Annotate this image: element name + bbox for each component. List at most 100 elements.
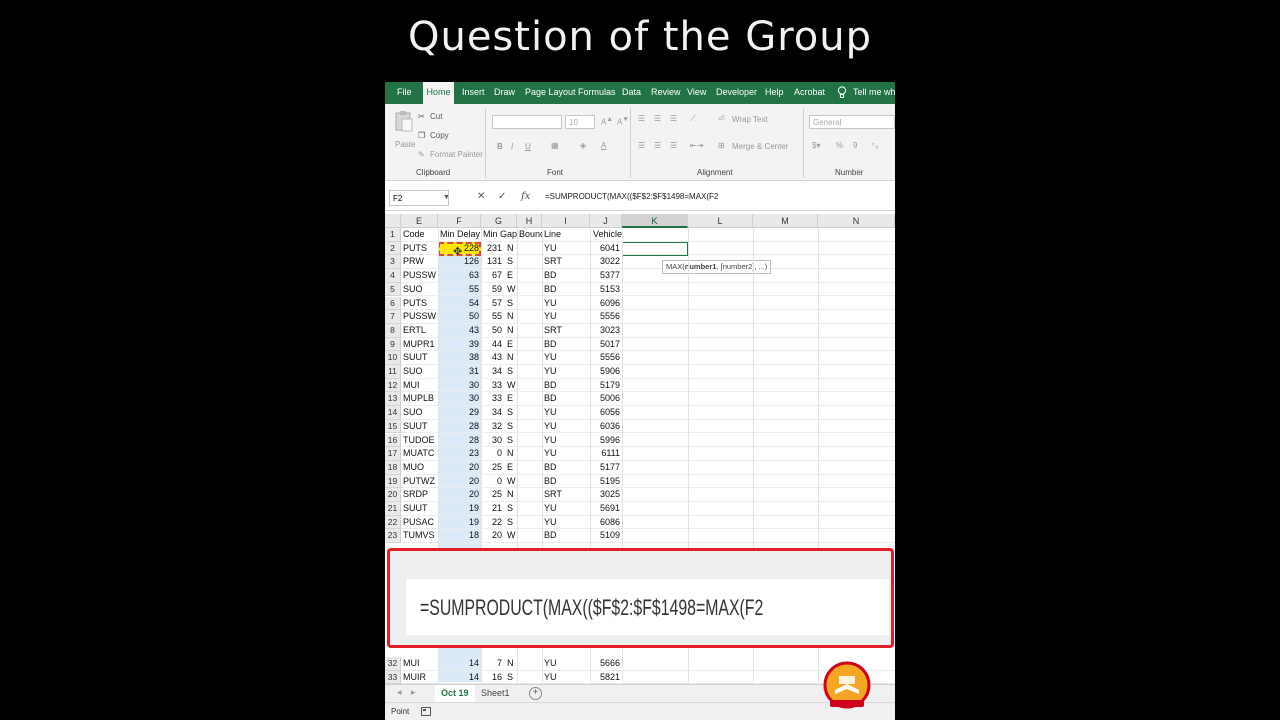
cell-code[interactable]: SUUT xyxy=(401,351,438,365)
cell-min-delay[interactable]: 19 xyxy=(438,516,481,530)
fill-color-icon[interactable]: ◈ xyxy=(580,141,586,150)
align-right-icon[interactable]: ☰ xyxy=(670,141,677,150)
cell-min-gap[interactable]: 33 xyxy=(481,379,504,393)
cell-min-gap[interactable]: 131 xyxy=(481,255,504,270)
cell-min-delay[interactable]: 20 xyxy=(438,488,481,502)
column-header-k[interactable]: K xyxy=(622,214,688,228)
cell-code[interactable]: SUUT xyxy=(401,502,438,516)
tab-file[interactable]: File xyxy=(397,82,412,104)
cell-code[interactable]: SUO xyxy=(401,283,438,297)
cell-code[interactable]: PUTWZ xyxy=(401,475,438,489)
cell-bound[interactable]: N xyxy=(505,242,542,256)
cell-min-gap[interactable]: 67 xyxy=(481,269,504,283)
cell-min-gap[interactable]: 22 xyxy=(481,516,504,530)
column-header-l[interactable]: L xyxy=(688,214,753,228)
cell-code[interactable]: PUSSW xyxy=(401,310,438,324)
tab-review[interactable]: Review xyxy=(651,82,681,104)
tab-view[interactable]: View xyxy=(687,82,706,104)
cell-code[interactable]: PUSSW xyxy=(401,269,438,283)
cell-bound[interactable]: N xyxy=(505,310,542,324)
copy-icon[interactable]: ❐ xyxy=(418,131,425,140)
cell-code[interactable]: TUDOE xyxy=(401,434,438,448)
grow-font-icon[interactable]: A▲ xyxy=(601,116,613,127)
format-painter-button[interactable]: Format Painter xyxy=(430,150,483,159)
cell-line[interactable]: YU xyxy=(542,447,590,461)
cell-vehicle[interactable]: 5821 xyxy=(590,671,622,685)
cell-line[interactable]: YU xyxy=(542,502,590,516)
scroll-right-icon[interactable]: ▸ xyxy=(411,687,416,698)
row-header[interactable]: 7 xyxy=(385,310,401,324)
accounting-format-icon[interactable]: $▾ xyxy=(812,141,820,150)
format-painter-icon[interactable]: ✎ xyxy=(418,150,425,159)
header-cell-code[interactable]: Code xyxy=(401,228,438,242)
merge-icon[interactable]: ⊞ xyxy=(718,141,725,150)
tab-acrobat[interactable]: Acrobat xyxy=(794,82,825,104)
row-header[interactable]: 15 xyxy=(385,419,401,434)
cell-min-delay[interactable]: 19 xyxy=(438,502,481,516)
tab-page-layout[interactable]: Page Layout xyxy=(525,82,576,104)
cell-code[interactable]: ERTL xyxy=(401,324,438,338)
header-cell-bound[interactable]: Bound xyxy=(517,228,542,242)
column-header-j[interactable]: J xyxy=(590,214,622,228)
cell-min-gap[interactable]: 43 xyxy=(481,351,504,365)
column-header-n[interactable]: N xyxy=(818,214,895,228)
cell-min-delay[interactable]: 28 xyxy=(438,420,481,434)
column-header-e[interactable]: E xyxy=(401,214,438,228)
cell-line[interactable]: YU xyxy=(542,242,590,256)
cell-code[interactable]: SRDP xyxy=(401,488,438,502)
cell-min-gap[interactable]: 25 xyxy=(481,461,504,475)
cell-min-delay[interactable]: 20 xyxy=(438,461,481,475)
cell-vehicle[interactable]: 5556 xyxy=(590,351,622,365)
row-header[interactable]: 22 xyxy=(385,515,401,530)
align-top-icon[interactable]: ☰ xyxy=(638,114,645,123)
cell-line[interactable]: YU xyxy=(542,671,590,685)
font-color-icon[interactable]: A xyxy=(601,141,606,150)
cell-line[interactable]: BD xyxy=(542,529,590,544)
row-header[interactable]: 20 xyxy=(385,488,401,502)
cell-min-gap[interactable]: 16 xyxy=(481,671,504,685)
cell-code[interactable]: MUPLB xyxy=(401,392,438,407)
tell-me-search[interactable]: Tell me what xyxy=(853,82,895,104)
cell-min-gap[interactable]: 21 xyxy=(481,502,504,516)
cell-code[interactable]: MUO xyxy=(401,461,438,475)
row-header[interactable]: 5 xyxy=(385,282,401,297)
cell-line[interactable]: BD xyxy=(542,269,590,283)
enter-icon[interactable]: ✓ xyxy=(498,191,506,202)
cell-bound[interactable]: E xyxy=(505,392,542,407)
cell-min-delay[interactable]: 14 xyxy=(438,671,481,685)
select-all-corner[interactable] xyxy=(385,214,401,228)
header-cell-min-gap[interactable]: Min Gap xyxy=(481,228,518,242)
align-bottom-icon[interactable]: ☰ xyxy=(670,114,677,123)
row-header[interactable]: 19 xyxy=(385,474,401,489)
font-size-combo[interactable]: 10 xyxy=(565,115,595,129)
tab-data[interactable]: Data xyxy=(622,82,641,104)
cell-min-gap[interactable]: 7 xyxy=(481,657,504,671)
row-header[interactable]: 9 xyxy=(385,337,401,352)
paste-icon[interactable] xyxy=(395,110,413,132)
insert-function-button[interactable]: fx xyxy=(521,191,530,202)
cell-bound[interactable]: S xyxy=(505,255,542,270)
cell-code[interactable]: PUSAC xyxy=(401,516,438,530)
empty-cells[interactable] xyxy=(622,283,895,297)
cell-min-gap[interactable]: 57 xyxy=(481,297,504,311)
cell-bound[interactable]: E xyxy=(505,338,542,352)
cell-line[interactable]: BD xyxy=(542,283,590,297)
empty-cells[interactable] xyxy=(622,420,895,434)
cell-min-delay[interactable]: 14 xyxy=(438,657,481,671)
underline-button[interactable]: U xyxy=(525,142,531,151)
empty-cells[interactable] xyxy=(622,310,895,324)
cell-bound[interactable]: N xyxy=(505,324,542,338)
cell-min-gap[interactable]: 55 xyxy=(481,310,504,324)
copy-button[interactable]: Copy xyxy=(430,131,449,140)
add-sheet-button[interactable]: + xyxy=(529,687,542,700)
empty-cells[interactable] xyxy=(622,529,895,544)
cell-line[interactable]: BD xyxy=(542,475,590,489)
row-header[interactable]: 3 xyxy=(385,255,401,270)
cell-min-gap[interactable]: 32 xyxy=(481,420,504,434)
row-header[interactable]: 14 xyxy=(385,406,401,420)
orientation-icon[interactable]: ⟋ xyxy=(690,114,696,124)
empty-cells[interactable] xyxy=(622,324,895,338)
cell-min-delay[interactable]: 30 xyxy=(438,392,481,407)
align-middle-icon[interactable]: ☰ xyxy=(654,114,661,123)
sheet-tab-sheet1[interactable]: Sheet1 xyxy=(475,685,516,702)
